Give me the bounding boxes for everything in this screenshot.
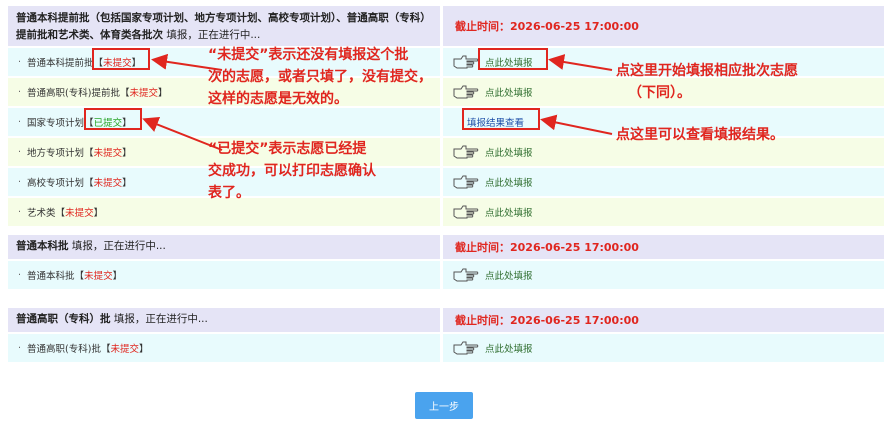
annotation-line: “未提交”表示还没有填报这个批 — [208, 47, 409, 63]
annotation-line: 点这里开始填报相应批次志愿 — [616, 63, 798, 79]
annotation-line: 表了。 — [208, 185, 250, 201]
annotation-line: （下同）。 — [628, 85, 691, 101]
annotation-line: 次的志愿，或者只填了，没有提交， — [208, 69, 432, 85]
annotation-submitted: “已提交”表示志愿已经提 交成功，可以打印志愿确认 表了。 — [208, 138, 376, 204]
annotation-not-submitted: “未提交”表示还没有填报这个批 次的志愿，或者只填了，没有提交， 这样的志愿是无… — [208, 44, 432, 110]
annotation-line: 这样的志愿是无效的。 — [208, 91, 348, 107]
annotation-click-view: 点这里可以查看填报结果。 — [616, 124, 784, 146]
prev-step-button[interactable]: 上一步 — [415, 392, 473, 419]
annotation-line: 点这里可以查看填报结果。 — [616, 127, 784, 143]
annotation-click-fill: 点这里开始填报相应批次志愿 （下同）。 — [616, 60, 798, 104]
annotation-line: 交成功，可以打印志愿确认 — [208, 163, 376, 179]
annotation-line: “已提交”表示志愿已经提 — [208, 141, 367, 157]
